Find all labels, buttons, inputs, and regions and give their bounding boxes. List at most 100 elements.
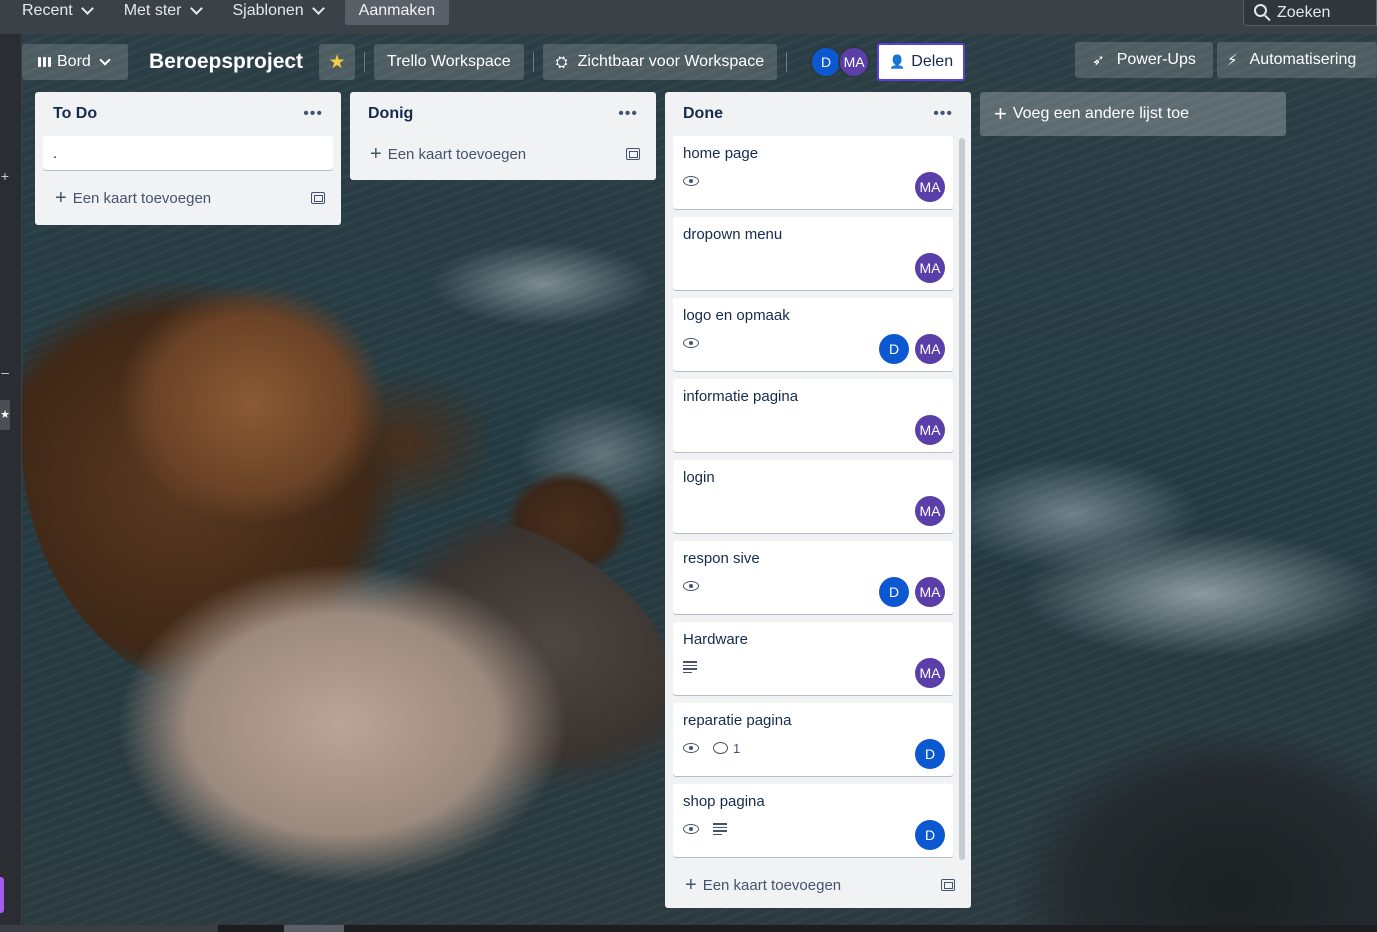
card[interactable]: home page MA [673,136,953,209]
add-card-button[interactable]: + Een kaart toevoegen [673,865,963,905]
card-members: D [915,820,945,850]
nav-recent[interactable]: Recent [12,0,102,25]
board-icon [38,57,51,67]
list-scrollbar[interactable] [959,138,965,860]
list-title[interactable]: Done [683,105,723,123]
create-button[interactable]: Aanmaken [344,0,450,25]
star-board-button[interactable]: ★ [319,44,356,80]
board-members: D MA [810,46,871,78]
card-members: MA [915,415,945,445]
share-button[interactable]: 👤 Delen [877,43,966,81]
card-title: dropown menu [683,226,783,243]
description-badge [713,823,727,835]
nav-templates[interactable]: Sjablonen [223,0,333,25]
watch-badge [683,743,699,753]
automation-label: Automatisering [1249,51,1357,68]
card-title: home page [683,145,759,162]
nav-recent-label: Recent [22,2,73,19]
workspace-sidebar: + – ★ [0,34,22,925]
search-input[interactable]: Zoeken [1243,0,1377,26]
add-card-label: Een kaart toevoegen [702,876,842,894]
card-badges [683,813,945,845]
nav-starred[interactable]: Met ster [114,0,211,25]
card[interactable]: login MA [673,460,953,533]
board-header-actions: ➶ Power-Ups ⚡ Automatisering [1075,42,1377,78]
card[interactable]: . [43,136,333,170]
avatar[interactable]: MA [915,496,945,526]
description-icon [683,661,697,673]
chevron-down-icon [99,53,111,66]
watch-badge [683,338,699,348]
list-title[interactable]: To Do [53,105,97,123]
add-card-button[interactable]: + Een kaart toevoegen [43,178,333,218]
plus-icon: + [685,873,697,896]
dash-icon: – [1,364,9,380]
add-list-label: Voeg een andere lijst toe [1012,105,1189,122]
card-members: MA [915,496,945,526]
template-icon[interactable] [941,879,955,891]
top-navigation: Recent Met ster Sjablonen Aanmaken Zoeke… [0,0,1377,34]
plus-icon: + [55,186,67,209]
background-rock [972,674,1377,925]
avatar[interactable]: D [879,334,909,364]
plus-icon: + [994,101,1007,126]
list-header: Done ••• [673,92,963,136]
card[interactable]: respon sive D MA [673,541,953,614]
card-stack: home page MA dropown menu MA logo en opm… [673,136,953,857]
divider [532,52,534,72]
card[interactable]: dropown menu MA [673,217,953,290]
list-header: Donig ••• [358,92,648,136]
template-icon[interactable] [626,148,640,160]
avatar[interactable]: MA [915,577,945,607]
card[interactable]: logo en opmaak D MA [673,298,953,371]
chevron-down-icon [311,2,325,15]
card[interactable]: informatie pagina MA [673,379,953,452]
plus-icon: + [370,142,382,165]
horizontal-scrollbar[interactable] [0,925,1377,932]
card-title: respon sive [683,550,760,567]
card-badges [683,651,945,683]
avatar[interactable]: D [879,577,909,607]
comment-icon [713,742,728,754]
powerups-button[interactable]: ➶ Power-Ups [1075,42,1213,78]
eye-icon [683,338,699,348]
chevron-down-icon [189,2,203,15]
card-badges: 1 [683,732,945,764]
avatar[interactable]: MA [915,658,945,688]
list-title[interactable]: Donig [368,105,413,123]
search-placeholder: Zoeken [1277,3,1331,21]
card[interactable]: reparatie pagina 1 D [673,703,953,776]
create-label: Aanmaken [358,2,436,19]
add-card-label: Een kaart toevoegen [387,145,527,163]
watch-badge [683,824,699,834]
workspace-button[interactable]: Trello Workspace [374,44,524,80]
avatar[interactable]: MA [915,334,945,364]
avatar[interactable]: MA [915,253,945,283]
avatar[interactable]: MA [838,46,871,78]
star-icon[interactable]: ★ [0,400,10,430]
more-icon[interactable]: ••• [303,105,323,123]
add-card-button[interactable]: + Een kaart toevoegen [358,134,648,174]
scrollbar-track-segment [0,925,218,932]
more-icon[interactable]: ••• [933,105,953,123]
card[interactable]: Hardware MA [673,622,953,695]
avatar[interactable]: MA [915,172,945,202]
avatar[interactable]: D [915,820,945,850]
board-title[interactable]: Beroepsproject [149,50,303,74]
plus-icon[interactable]: + [0,168,10,184]
avatar[interactable]: D [915,739,945,769]
template-icon[interactable] [311,192,325,204]
scrollbar-thumb[interactable] [284,925,344,932]
list-header: To Do ••• [43,92,333,136]
board-view-switcher[interactable]: Bord [22,44,128,80]
automation-button[interactable]: ⚡ Automatisering [1217,42,1377,78]
avatar[interactable]: MA [915,415,945,445]
add-list-button[interactable]: + Voeg een andere lijst toe [980,92,1286,136]
more-icon[interactable]: ••• [618,105,638,123]
add-card-label: Een kaart toevoegen [72,189,212,207]
visibility-button[interactable]: ⛭ Zichtbaar voor Workspace [542,44,778,80]
list-todo: To Do ••• . + Een kaart toevoegen [35,92,341,225]
sidebar-accent[interactable] [0,877,4,913]
comments-badge: 1 [713,741,740,756]
card[interactable]: shop pagina D [673,784,953,857]
